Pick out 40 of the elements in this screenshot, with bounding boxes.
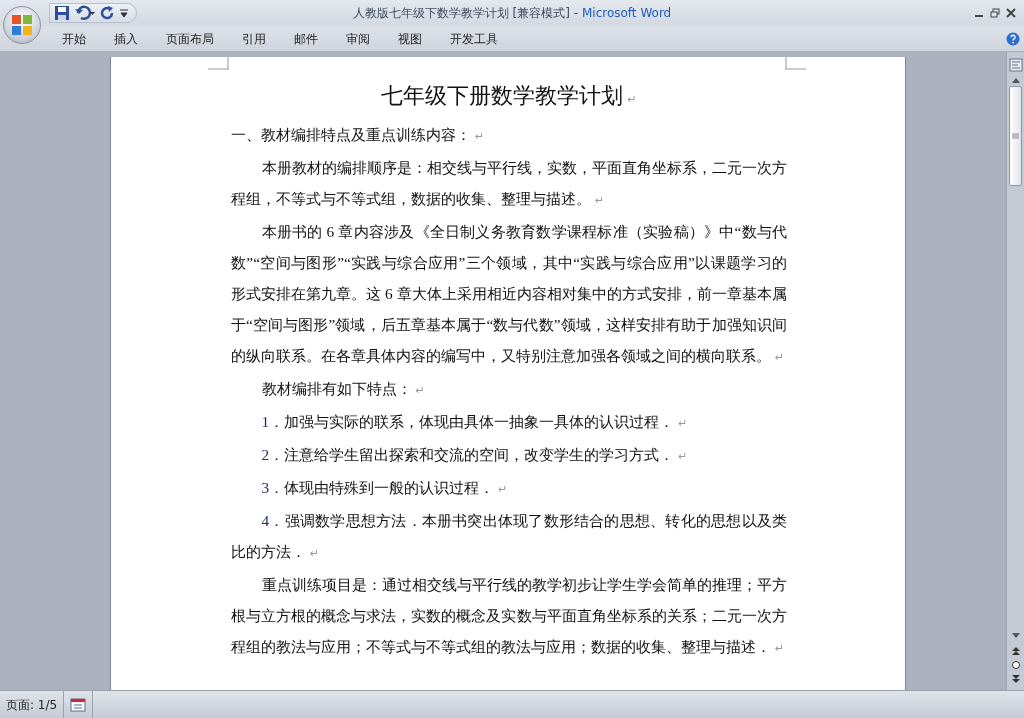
scroll-up-icon[interactable] [1010,76,1021,84]
document-title: 七年级下册数学教学计划 ↵ [380,82,638,110]
ribbon-tab[interactable]: 引用 [230,27,278,50]
scroll-thumb[interactable] [1009,86,1022,186]
page-count[interactable]: 页面: 1/5 [6,695,58,714]
paragraph: 重点训练项目是：通过相交线与平行线的教学初步让学生学会简单的推理；平方根与立方根的概念与求法，实数的概念及实数与平面直角坐标系的关系；二元一次方程组的教法与应用；不等式与不等式组的教法与应用；数据的收集、整理与描述． ↵ [231,575,787,657]
office-logo-icon [10,13,34,37]
close-icon[interactable] [1006,8,1016,18]
window-title: 人教版七年级下数学教学计划 [兼容模式] [352,6,570,20]
ribbon-tab[interactable]: 开始 [50,27,98,50]
vertical-scrollbar[interactable] [1006,52,1024,690]
browse-object-icon[interactable] [1010,660,1021,670]
app-name: Microsoft Word [581,6,672,20]
section-heading: 一、教材编排特点及重点训练内容： ↵ [231,125,486,145]
undo-icon[interactable] [74,5,96,21]
save-icon[interactable] [54,5,70,21]
title-separator: - [573,6,579,20]
ribbon-tab[interactable]: 开发工具 [438,27,510,50]
paragraph: 教材编排有如下特点： ↵ [260,379,426,399]
next-page-icon[interactable] [1010,674,1021,684]
ribbon-tab[interactable]: 插入 [102,27,150,50]
customize-dropdown-icon[interactable] [120,8,128,18]
previous-page-icon[interactable] [1010,646,1021,656]
list-item: 2．注意给学生留出探索和交流的空间，改变学生的学习方式． ↵ [260,445,689,465]
list-item: 4．强调数学思想方法．本册书突出体现了数形结合的思想、转化的思想以及类比的方法． ↵ [231,511,787,562]
ruler-toggle-icon[interactable] [1008,58,1023,72]
redo-icon[interactable] [100,5,116,21]
office-button[interactable] [3,6,41,44]
help-icon[interactable] [1006,31,1020,46]
list-item: 3．体现由特殊到一般的认识过程． ↵ [260,478,509,498]
paragraph: 本册书的 6 章内容涉及《全日制义务教育数学课程标准（实验稿）》中“数与代数”“空间与图形”“实践与综合应用”三个领域，其中“实践与综合应用”以课题学习的形式安排在第九章。这 6 章大体上采用相近内容相对集中的方式安排，前一章基本属于“空间与图形”领域，后五章基本属于“数与代数”领域，这样安排有助于加强知识间的纵向联系。在各章具体内容的编写中，又特别注意加强各领域之间的横向联系。 ↵ [231,222,787,366]
ribbon-tab[interactable]: 视图 [386,27,434,50]
scroll-down-icon[interactable] [1010,632,1021,640]
document-view-icon[interactable] [70,697,87,712]
paragraph: 本册教材的编排顺序是：相交线与平行线，实数，平面直角坐标系，二元一次方程组，不等式与不等式组，数据的收集、整理与描述。 ↵ [231,158,787,209]
ribbon-tab[interactable]: 邮件 [282,27,330,50]
list-item: 1．加强与实际的联系，体现由具体一抽象一具体的认识过程． ↵ [260,412,689,432]
restore-icon[interactable] [990,8,1000,18]
ribbon-tab[interactable]: 审阅 [334,27,382,50]
ribbon-tab[interactable]: 页面布局 [154,27,226,50]
